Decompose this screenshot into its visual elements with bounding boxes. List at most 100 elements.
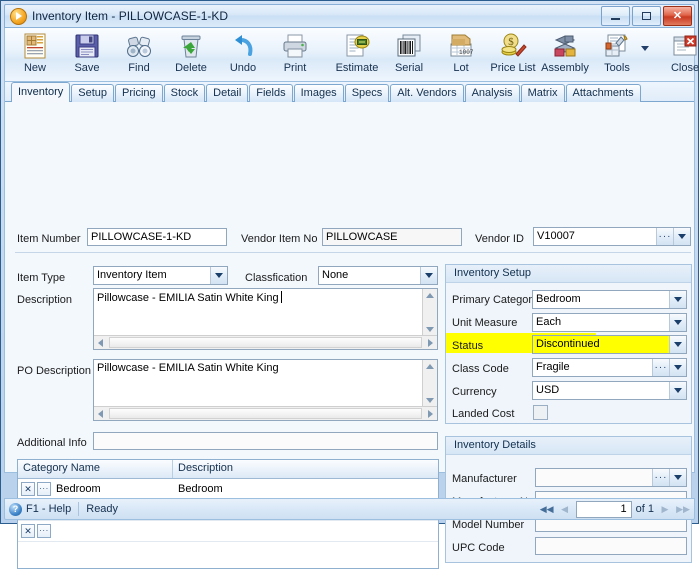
po-description-hscrollbar[interactable] xyxy=(94,406,437,420)
hscroll-thumb[interactable] xyxy=(109,408,422,419)
new-document-icon xyxy=(21,31,49,61)
toolbar-print-button[interactable]: Print xyxy=(269,30,321,74)
table-row[interactable]: ✕ ··· xyxy=(18,521,438,542)
floppy-disk-icon xyxy=(73,31,101,61)
tab-pricing[interactable]: Pricing xyxy=(115,84,163,102)
previous-record-icon[interactable]: ◀ xyxy=(558,502,572,516)
toolbar-find-button[interactable]: Find xyxy=(113,30,165,74)
minimize-button[interactable] xyxy=(601,6,630,26)
class-code-combo[interactable]: Fragile ··· xyxy=(532,358,687,377)
po-description-vscrollbar[interactable] xyxy=(422,360,437,407)
tab-attachments[interactable]: Attachments xyxy=(565,84,641,102)
delete-row-icon[interactable]: ✕ xyxy=(21,524,35,538)
toolbar-new-button[interactable]: New xyxy=(9,30,61,74)
tab-alt-vendors[interactable]: Alt. Vendors xyxy=(390,84,464,102)
toolbar-price-list-button[interactable]: $ Price List xyxy=(487,30,539,74)
toolbar-save-button[interactable]: Save xyxy=(61,30,113,74)
manufacturer-combo[interactable]: ··· xyxy=(535,468,687,487)
first-record-icon[interactable]: ◀◀ xyxy=(540,502,554,516)
toolbar-close-label: Close xyxy=(670,62,699,74)
item-number-input[interactable]: PILLOWCASE-1-KD xyxy=(87,228,227,246)
scroll-left-icon[interactable] xyxy=(98,410,103,418)
chevron-down-icon xyxy=(678,234,686,239)
vendor-item-no-input[interactable]: PILLOWCASE xyxy=(322,228,462,246)
next-record-icon[interactable]: ▶ xyxy=(658,502,672,516)
tools-dropdown-arrow-icon[interactable] xyxy=(641,46,649,51)
row-lookup-icon[interactable]: ··· xyxy=(37,482,51,496)
table-row[interactable]: ✕ ··· Bedroom Bedroom xyxy=(18,479,438,500)
scroll-down-icon[interactable] xyxy=(426,327,434,332)
currency-dropdown-icon[interactable] xyxy=(669,382,686,399)
tab-images[interactable]: Images xyxy=(293,84,344,102)
unit-measure-combo[interactable]: Each xyxy=(532,313,687,332)
scroll-right-icon[interactable] xyxy=(428,339,433,347)
status-dropdown-icon[interactable] xyxy=(669,336,686,353)
class-code-lookup-icon[interactable]: ··· xyxy=(652,359,669,376)
toolbar-tools-button[interactable]: Tools xyxy=(591,30,643,74)
po-description-textarea[interactable]: Pillowcase - EMILIA Satin White King xyxy=(93,359,438,421)
tab-analysis[interactable]: Analysis xyxy=(464,84,520,102)
maximize-button[interactable] xyxy=(632,6,661,26)
toolbar-save-label: Save xyxy=(74,62,100,74)
currency-label: Currency xyxy=(452,386,497,398)
manufacturer-value xyxy=(536,469,652,486)
vendor-id-value: V10007 xyxy=(537,230,575,242)
last-record-icon[interactable]: ▶▶ xyxy=(676,502,690,516)
additional-info-input[interactable] xyxy=(93,432,438,450)
unit-measure-dropdown-icon[interactable] xyxy=(669,314,686,331)
toolbar-undo-button[interactable]: Undo xyxy=(217,30,269,74)
classification-dropdown-icon[interactable] xyxy=(420,267,437,284)
toolbar-serial-button[interactable]: Serial xyxy=(383,30,435,74)
scroll-up-icon[interactable] xyxy=(426,293,434,298)
vendor-id-lookup-icon[interactable]: ··· xyxy=(656,228,673,245)
row-cell-category-name: ✕ ··· Bedroom xyxy=(18,482,173,496)
binoculars-icon xyxy=(125,31,153,61)
column-header-category-name[interactable]: Category Name xyxy=(18,460,173,478)
manufacturer-lookup-icon[interactable]: ··· xyxy=(652,469,669,486)
tab-setup[interactable]: Setup xyxy=(71,84,114,102)
description-hscrollbar[interactable] xyxy=(94,335,437,349)
currency-value: USD xyxy=(536,384,560,396)
landed-cost-checkbox[interactable] xyxy=(533,405,548,420)
help-icon[interactable]: ? xyxy=(9,502,22,516)
scroll-left-icon[interactable] xyxy=(98,339,103,347)
column-header-description[interactable]: Description xyxy=(173,460,438,478)
class-code-dropdown-icon[interactable] xyxy=(669,359,686,376)
item-type-dropdown-icon[interactable] xyxy=(210,267,227,284)
tab-stock[interactable]: Stock xyxy=(163,84,206,102)
help-label[interactable]: F1 - Help xyxy=(26,503,71,515)
primary-category-dropdown-icon[interactable] xyxy=(669,291,686,308)
manufacturer-label: Manufacturer xyxy=(452,473,517,485)
scroll-right-icon[interactable] xyxy=(428,410,433,418)
toolbar-close-button[interactable]: Close xyxy=(659,30,699,74)
toolbar-delete-button[interactable]: Delete xyxy=(165,30,217,74)
tab-matrix[interactable]: Matrix xyxy=(520,84,565,102)
vendor-id-combo[interactable]: V10007 ··· xyxy=(533,227,691,246)
close-button[interactable]: ✕ xyxy=(663,6,692,26)
tab-inventory[interactable]: Inventory xyxy=(11,82,71,103)
row-lookup-icon[interactable]: ··· xyxy=(37,524,51,538)
toolbar-lot-button[interactable]: 1007 Lot xyxy=(435,30,487,74)
scroll-down-icon[interactable] xyxy=(426,398,434,403)
toolbar-assembly-button[interactable]: Assembly xyxy=(539,30,591,74)
inventory-tab-panel: Item Number PILLOWCASE-1-KD Vendor Item … xyxy=(4,102,695,569)
tab-fields[interactable]: Fields xyxy=(249,84,293,102)
currency-combo[interactable]: USD xyxy=(532,381,687,400)
scroll-up-icon[interactable] xyxy=(426,364,434,369)
manufacturer-dropdown-icon[interactable] xyxy=(669,469,686,486)
recycle-bin-icon xyxy=(177,31,205,61)
description-vscrollbar[interactable] xyxy=(422,289,437,336)
description-textarea[interactable]: Pillowcase - EMILIA Satin White King xyxy=(93,288,438,350)
toolbar-estimate-button[interactable]: Estimate xyxy=(331,30,383,74)
status-combo[interactable]: Discontinued xyxy=(532,335,687,354)
delete-row-icon[interactable]: ✕ xyxy=(21,482,35,496)
upc-code-input[interactable] xyxy=(535,537,687,555)
tab-detail[interactable]: Detail xyxy=(206,84,249,102)
primary-category-combo[interactable]: Bedroom xyxy=(532,290,687,309)
hscroll-thumb[interactable] xyxy=(109,337,422,348)
tab-specs[interactable]: Specs xyxy=(344,84,390,102)
item-type-combo[interactable]: Inventory Item xyxy=(93,266,228,285)
page-number-input[interactable]: 1 xyxy=(575,500,632,518)
vendor-id-dropdown-icon[interactable] xyxy=(673,228,690,245)
classification-combo[interactable]: None xyxy=(318,266,438,285)
